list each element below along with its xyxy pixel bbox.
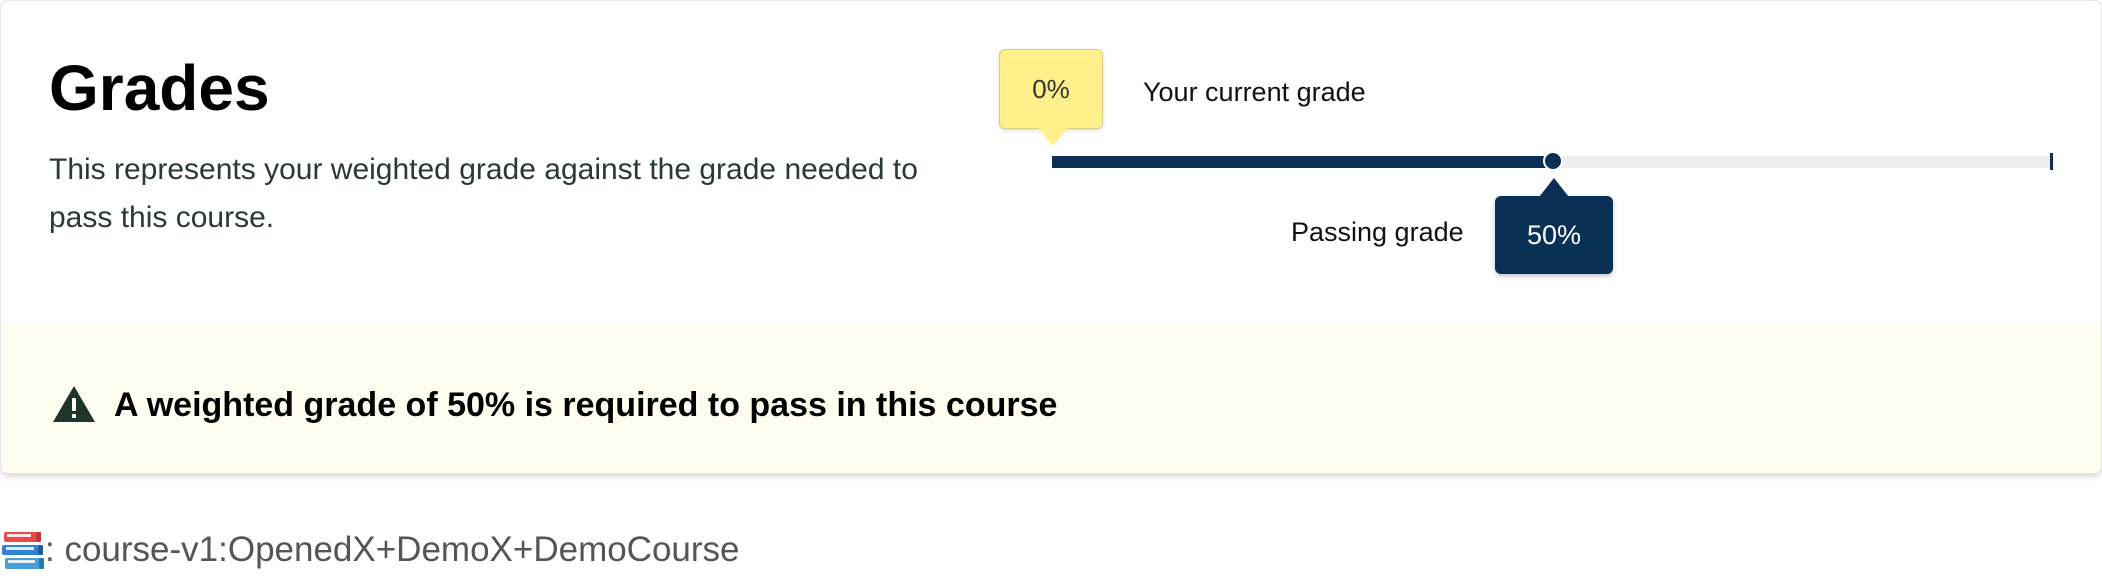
passing-grade-marker bbox=[1543, 151, 1563, 171]
grade-track-end bbox=[2050, 153, 2053, 170]
current-grade-tooltip: 0% bbox=[999, 49, 1103, 146]
passing-requirement-message: A weighted grade of 50% is required to p… bbox=[114, 386, 1058, 424]
passing-grade-fill bbox=[1052, 156, 1553, 168]
grade-track bbox=[1052, 151, 2054, 171]
current-grade-label: Your current grade bbox=[1143, 77, 1366, 107]
passing-grade-value: 50% bbox=[1526, 219, 1582, 250]
passing-grade-tooltip: 50% bbox=[1495, 178, 1613, 274]
course-identifier: : course-v1:OpenedX+DemoX+DemoCourse bbox=[0, 525, 740, 575]
books-icon bbox=[2, 531, 44, 569]
current-grade-value: 0% bbox=[1032, 73, 1070, 104]
grade-progress-slider: 0% Your current grade Passing grade 50% bbox=[1, 1, 2101, 321]
grades-card: Grades This represents your weighted gra… bbox=[0, 0, 2102, 474]
warning-triangle-icon bbox=[53, 386, 95, 422]
passing-grade-label: Passing grade bbox=[1291, 217, 1464, 247]
course-id-text: : course-v1:OpenedX+DemoX+DemoCourse bbox=[45, 530, 740, 569]
